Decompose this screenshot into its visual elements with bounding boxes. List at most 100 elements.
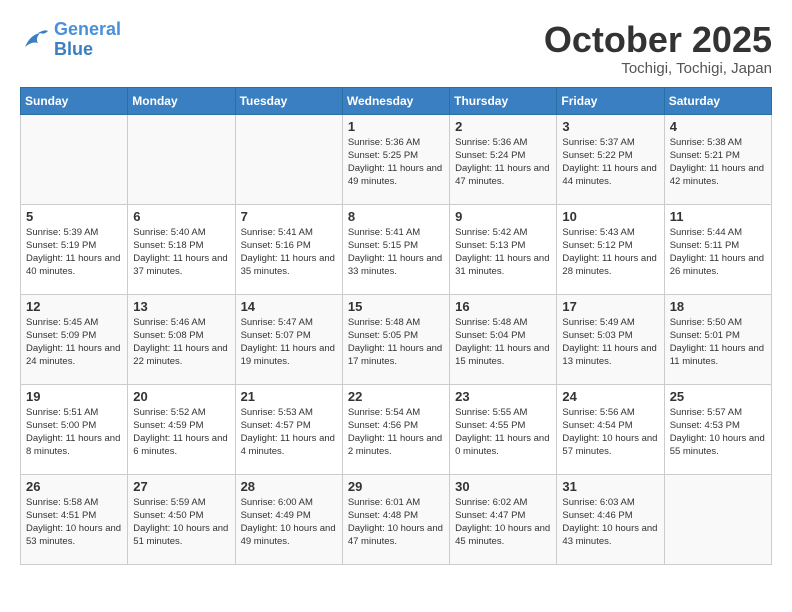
day-info: Sunrise: 5:55 AM Sunset: 4:55 PM Dayligh… (455, 406, 551, 459)
calendar-cell: 25 Sunrise: 5:57 AM Sunset: 4:53 PM Dayli… (664, 384, 771, 474)
day-number: 9 (455, 209, 551, 224)
calendar-cell: 22 Sunrise: 5:54 AM Sunset: 4:56 PM Dayli… (342, 384, 449, 474)
day-info: Sunrise: 5:58 AM Sunset: 4:51 PM Dayligh… (26, 496, 122, 549)
day-info: Sunrise: 5:39 AM Sunset: 5:19 PM Dayligh… (26, 226, 122, 279)
day-info: Sunrise: 5:37 AM Sunset: 5:22 PM Dayligh… (562, 136, 658, 189)
calendar-cell: 8 Sunrise: 5:41 AM Sunset: 5:15 PM Daylig… (342, 204, 449, 294)
calendar-cell: 2 Sunrise: 5:36 AM Sunset: 5:24 PM Daylig… (450, 114, 557, 204)
calendar-cell: 17 Sunrise: 5:49 AM Sunset: 5:03 PM Dayli… (557, 294, 664, 384)
calendar-cell: 24Sunrise: 5:56 AM Sunset: 4:54 PM Dayli… (557, 384, 664, 474)
calendar-cell: 26Sunrise: 5:58 AM Sunset: 4:51 PM Dayli… (21, 474, 128, 564)
day-number: 3 (562, 119, 658, 134)
day-number: 6 (133, 209, 229, 224)
calendar-week-row: 5 Sunrise: 5:39 AM Sunset: 5:19 PM Daylig… (21, 204, 772, 294)
day-number: 30 (455, 479, 551, 494)
calendar-cell: 12 Sunrise: 5:45 AM Sunset: 5:09 PM Dayli… (21, 294, 128, 384)
calendar-cell: 29 Sunrise: 6:01 AM Sunset: 4:48 PM Dayli… (342, 474, 449, 564)
location: Tochigi, Tochigi, Japan (544, 60, 772, 77)
calendar-cell: 6 Sunrise: 5:40 AM Sunset: 5:18 PM Daylig… (128, 204, 235, 294)
day-number: 21 (241, 389, 337, 404)
day-number: 13 (133, 299, 229, 314)
day-info: Sunrise: 5:43 AM Sunset: 5:12 PM Dayligh… (562, 226, 658, 279)
day-number: 14 (241, 299, 337, 314)
calendar-header-row: SundayMondayTuesdayWednesdayThursdayFrid… (21, 87, 772, 114)
day-info: Sunrise: 5:40 AM Sunset: 5:18 PM Dayligh… (133, 226, 229, 279)
day-info: Sunrise: 5:50 AM Sunset: 5:01 PM Dayligh… (670, 316, 766, 369)
calendar-cell: 21 Sunrise: 5:53 AM Sunset: 4:57 PM Dayli… (235, 384, 342, 474)
day-info: Sunrise: 5:48 AM Sunset: 5:04 PM Dayligh… (455, 316, 551, 369)
day-info: Sunrise: 5:53 AM Sunset: 4:57 PM Dayligh… (241, 406, 337, 459)
calendar-cell: 11 Sunrise: 5:44 AM Sunset: 5:11 PM Dayli… (664, 204, 771, 294)
weekday-header: Tuesday (235, 87, 342, 114)
weekday-header: Friday (557, 87, 664, 114)
day-info: Sunrise: 6:02 AM Sunset: 4:47 PM Dayligh… (455, 496, 551, 549)
day-number: 11 (670, 209, 766, 224)
weekday-header: Saturday (664, 87, 771, 114)
calendar-cell (235, 114, 342, 204)
calendar-cell: 5 Sunrise: 5:39 AM Sunset: 5:19 PM Daylig… (21, 204, 128, 294)
calendar-cell: 13Sunrise: 5:46 AM Sunset: 5:08 PM Dayli… (128, 294, 235, 384)
calendar-week-row: 19 Sunrise: 5:51 AM Sunset: 5:00 PM Dayli… (21, 384, 772, 474)
calendar-cell: 19 Sunrise: 5:51 AM Sunset: 5:00 PM Dayli… (21, 384, 128, 474)
day-number: 29 (348, 479, 444, 494)
day-number: 5 (26, 209, 122, 224)
day-info: Sunrise: 5:54 AM Sunset: 4:56 PM Dayligh… (348, 406, 444, 459)
day-info: Sunrise: 5:41 AM Sunset: 5:16 PM Dayligh… (241, 226, 337, 279)
day-info: Sunrise: 5:38 AM Sunset: 5:21 PM Dayligh… (670, 136, 766, 189)
day-number: 22 (348, 389, 444, 404)
month-title: October 2025 (544, 20, 772, 60)
day-number: 8 (348, 209, 444, 224)
day-info: Sunrise: 5:47 AM Sunset: 5:07 PM Dayligh… (241, 316, 337, 369)
day-info: Sunrise: 5:42 AM Sunset: 5:13 PM Dayligh… (455, 226, 551, 279)
calendar-cell: 20 Sunrise: 5:52 AM Sunset: 4:59 PM Dayli… (128, 384, 235, 474)
day-number: 25 (670, 389, 766, 404)
day-info: Sunrise: 5:45 AM Sunset: 5:09 PM Dayligh… (26, 316, 122, 369)
day-info: Sunrise: 5:48 AM Sunset: 5:05 PM Dayligh… (348, 316, 444, 369)
calendar-cell (21, 114, 128, 204)
day-number: 15 (348, 299, 444, 314)
day-number: 31 (562, 479, 658, 494)
day-info: Sunrise: 6:01 AM Sunset: 4:48 PM Dayligh… (348, 496, 444, 549)
day-number: 12 (26, 299, 122, 314)
calendar-body: 1Sunrise: 5:36 AM Sunset: 5:25 PM Daylig… (21, 114, 772, 564)
calendar-cell: 31Sunrise: 6:03 AM Sunset: 4:46 PM Dayli… (557, 474, 664, 564)
calendar-table: SundayMondayTuesdayWednesdayThursdayFrid… (20, 87, 772, 565)
day-info: Sunrise: 6:00 AM Sunset: 4:49 PM Dayligh… (241, 496, 337, 549)
day-number: 2 (455, 119, 551, 134)
day-info: Sunrise: 5:51 AM Sunset: 5:00 PM Dayligh… (26, 406, 122, 459)
calendar-cell: 9 Sunrise: 5:42 AM Sunset: 5:13 PM Daylig… (450, 204, 557, 294)
day-info: Sunrise: 5:49 AM Sunset: 5:03 PM Dayligh… (562, 316, 658, 369)
day-number: 24 (562, 389, 658, 404)
calendar-week-row: 12 Sunrise: 5:45 AM Sunset: 5:09 PM Dayli… (21, 294, 772, 384)
title-block: October 2025 Tochigi, Tochigi, Japan (544, 20, 772, 77)
day-number: 17 (562, 299, 658, 314)
day-number: 20 (133, 389, 229, 404)
day-info: Sunrise: 5:36 AM Sunset: 5:24 PM Dayligh… (455, 136, 551, 189)
logo: General Blue (20, 20, 121, 60)
day-info: Sunrise: 5:57 AM Sunset: 4:53 PM Dayligh… (670, 406, 766, 459)
calendar-cell: 3 Sunrise: 5:37 AM Sunset: 5:22 PM Daylig… (557, 114, 664, 204)
calendar-cell: 10 Sunrise: 5:43 AM Sunset: 5:12 PM Dayli… (557, 204, 664, 294)
logo-icon (20, 25, 50, 55)
day-info: Sunrise: 5:59 AM Sunset: 4:50 PM Dayligh… (133, 496, 229, 549)
day-info: Sunrise: 5:41 AM Sunset: 5:15 PM Dayligh… (348, 226, 444, 279)
day-number: 7 (241, 209, 337, 224)
calendar-cell: 18 Sunrise: 5:50 AM Sunset: 5:01 PM Dayli… (664, 294, 771, 384)
weekday-header: Wednesday (342, 87, 449, 114)
day-number: 23 (455, 389, 551, 404)
weekday-header: Monday (128, 87, 235, 114)
day-number: 1 (348, 119, 444, 134)
day-number: 16 (455, 299, 551, 314)
day-info: Sunrise: 5:52 AM Sunset: 4:59 PM Dayligh… (133, 406, 229, 459)
day-number: 10 (562, 209, 658, 224)
calendar-week-row: 26Sunrise: 5:58 AM Sunset: 4:51 PM Dayli… (21, 474, 772, 564)
calendar-cell (664, 474, 771, 564)
day-number: 19 (26, 389, 122, 404)
calendar-cell: 27Sunrise: 5:59 AM Sunset: 4:50 PM Dayli… (128, 474, 235, 564)
day-info: Sunrise: 5:44 AM Sunset: 5:11 PM Dayligh… (670, 226, 766, 279)
calendar-cell: 4Sunrise: 5:38 AM Sunset: 5:21 PM Daylig… (664, 114, 771, 204)
day-number: 18 (670, 299, 766, 314)
calendar-cell: 30 Sunrise: 6:02 AM Sunset: 4:47 PM Dayli… (450, 474, 557, 564)
calendar-cell (128, 114, 235, 204)
calendar-cell: 28Sunrise: 6:00 AM Sunset: 4:49 PM Dayli… (235, 474, 342, 564)
